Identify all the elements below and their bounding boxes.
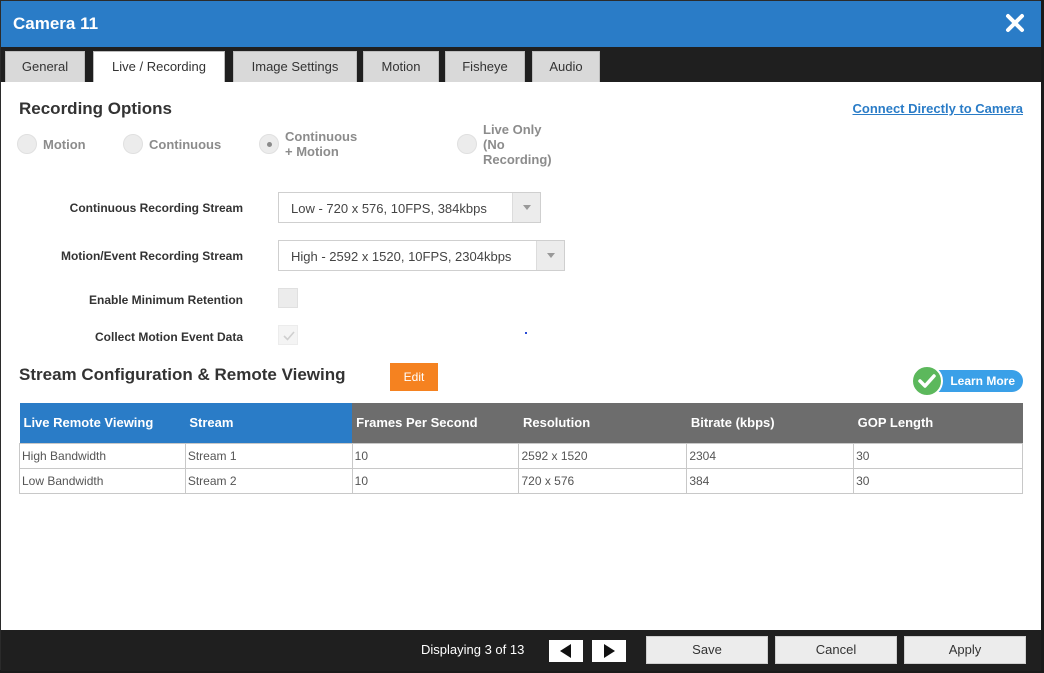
table-cell: 720 x 576 bbox=[518, 467, 688, 494]
min-retention-label: Enable Minimum Retention bbox=[88, 293, 243, 307]
table-cell: 384 bbox=[686, 467, 855, 494]
table-row: Low Bandwidth Stream 2 10 720 x 576 384 … bbox=[19, 467, 1023, 494]
motion-stream-select[interactable]: High - 2592 x 1520, 10FPS, 2304kbps bbox=[278, 240, 565, 271]
radio-label: Continuous bbox=[149, 136, 222, 152]
table-row: High Bandwidth Stream 1 10 2592 x 1520 2… bbox=[19, 442, 1023, 469]
radio-motion[interactable]: Motion bbox=[17, 134, 86, 154]
stray-dot bbox=[525, 332, 527, 334]
chevron-down-icon bbox=[547, 253, 555, 258]
dropdown-button[interactable] bbox=[536, 241, 564, 270]
radio-continuous[interactable]: Continuous bbox=[123, 134, 221, 154]
continuous-stream-select[interactable]: Low - 720 x 576, 10FPS, 384kbps bbox=[278, 192, 541, 223]
tab-live-recording[interactable]: Live / Recording bbox=[93, 51, 225, 83]
radio-circle bbox=[259, 134, 279, 154]
continuous-stream-label: Continuous Recording Stream bbox=[69, 201, 243, 215]
radio-circle bbox=[123, 134, 143, 154]
radio-label: Live Only (No Recording) bbox=[483, 121, 552, 167]
tab-motion[interactable]: Motion bbox=[363, 51, 439, 82]
cancel-button[interactable]: Cancel bbox=[775, 636, 897, 664]
stream-config-title: Stream Configuration & Remote Viewing bbox=[19, 365, 346, 384]
table-cell: High Bandwidth bbox=[19, 442, 186, 469]
radio-label: Continuous + Motion bbox=[285, 129, 358, 159]
tab-general[interactable]: General bbox=[5, 51, 85, 82]
tab-bar: General Live / Recording Image Settings … bbox=[1, 47, 1041, 83]
column-header: Resolution bbox=[518, 403, 687, 443]
table-cell: 30 bbox=[853, 442, 1023, 469]
dialog-title: Camera 11 bbox=[13, 14, 99, 33]
previous-button[interactable] bbox=[549, 640, 583, 662]
table-cell: 10 bbox=[351, 442, 520, 469]
column-header: GOP Length bbox=[853, 403, 1023, 443]
tab-image-settings[interactable]: Image Settings bbox=[233, 51, 357, 82]
column-header: Bitrate (kbps) bbox=[686, 403, 854, 443]
title-bar: Camera 11 bbox=[1, 1, 1041, 47]
table-cell: Stream 1 bbox=[184, 442, 353, 469]
table-cell: 10 bbox=[351, 467, 520, 494]
next-button[interactable] bbox=[592, 640, 626, 662]
radio-circle bbox=[17, 134, 37, 154]
tab-fisheye[interactable]: Fisheye bbox=[445, 51, 525, 82]
table-header-row: Live Remote Viewing Stream Frames Per Se… bbox=[19, 403, 1023, 443]
min-retention-checkbox[interactable] bbox=[278, 288, 298, 308]
radio-circle bbox=[457, 134, 477, 154]
check-circle-icon bbox=[911, 365, 943, 397]
chevron-down-icon bbox=[523, 205, 531, 210]
tab-audio[interactable]: Audio bbox=[532, 51, 600, 82]
table-cell: 2304 bbox=[686, 442, 855, 469]
column-header: Live Remote Viewing bbox=[19, 403, 186, 443]
close-button[interactable] bbox=[1003, 11, 1027, 35]
continuous-stream-value: Low - 720 x 576, 10FPS, 384kbps bbox=[291, 201, 487, 216]
column-header: Frames Per Second bbox=[352, 403, 519, 443]
record-counter: Displaying 3 of 13 bbox=[421, 642, 525, 657]
triangle-left-icon bbox=[560, 644, 571, 658]
table-cell: 2592 x 1520 bbox=[518, 442, 688, 469]
apply-button[interactable]: Apply bbox=[904, 636, 1026, 664]
motion-event-data-checkbox[interactable] bbox=[278, 325, 298, 345]
stream-config-table: Live Remote Viewing Stream Frames Per Se… bbox=[19, 403, 1023, 494]
dropdown-button[interactable] bbox=[512, 193, 540, 222]
motion-stream-value: High - 2592 x 1520, 10FPS, 2304kbps bbox=[291, 249, 512, 264]
close-icon bbox=[1006, 14, 1024, 32]
checkmark-icon bbox=[283, 331, 295, 341]
connect-directly-link[interactable]: Connect Directly to Camera bbox=[853, 101, 1024, 116]
learn-more-button[interactable]: Learn More bbox=[911, 365, 1023, 397]
motion-stream-label: Motion/Event Recording Stream bbox=[60, 249, 243, 263]
edit-button[interactable]: Edit bbox=[390, 363, 438, 391]
table-cell: Stream 2 bbox=[184, 467, 353, 494]
camera-settings-dialog: Camera 11 General Live / Recording Image… bbox=[0, 0, 1041, 671]
radio-label: Motion bbox=[43, 136, 86, 152]
save-button[interactable]: Save bbox=[646, 636, 768, 664]
motion-event-data-label: Collect Motion Event Data bbox=[94, 330, 243, 344]
column-header: Stream bbox=[185, 403, 353, 443]
live-recording-panel: Recording Options Connect Directly to Ca… bbox=[1, 82, 1041, 630]
table-cell: 30 bbox=[853, 467, 1023, 494]
triangle-right-icon bbox=[604, 644, 615, 658]
table-cell: Low Bandwidth bbox=[19, 467, 186, 494]
radio-live-only[interactable]: Live Only (No Recording) bbox=[457, 122, 552, 167]
radio-continuous-motion[interactable]: Continuous + Motion bbox=[259, 129, 357, 159]
recording-options-title: Recording Options bbox=[19, 99, 172, 118]
footer-bar: Displaying 3 of 13 Save Cancel Apply bbox=[1, 630, 1041, 671]
